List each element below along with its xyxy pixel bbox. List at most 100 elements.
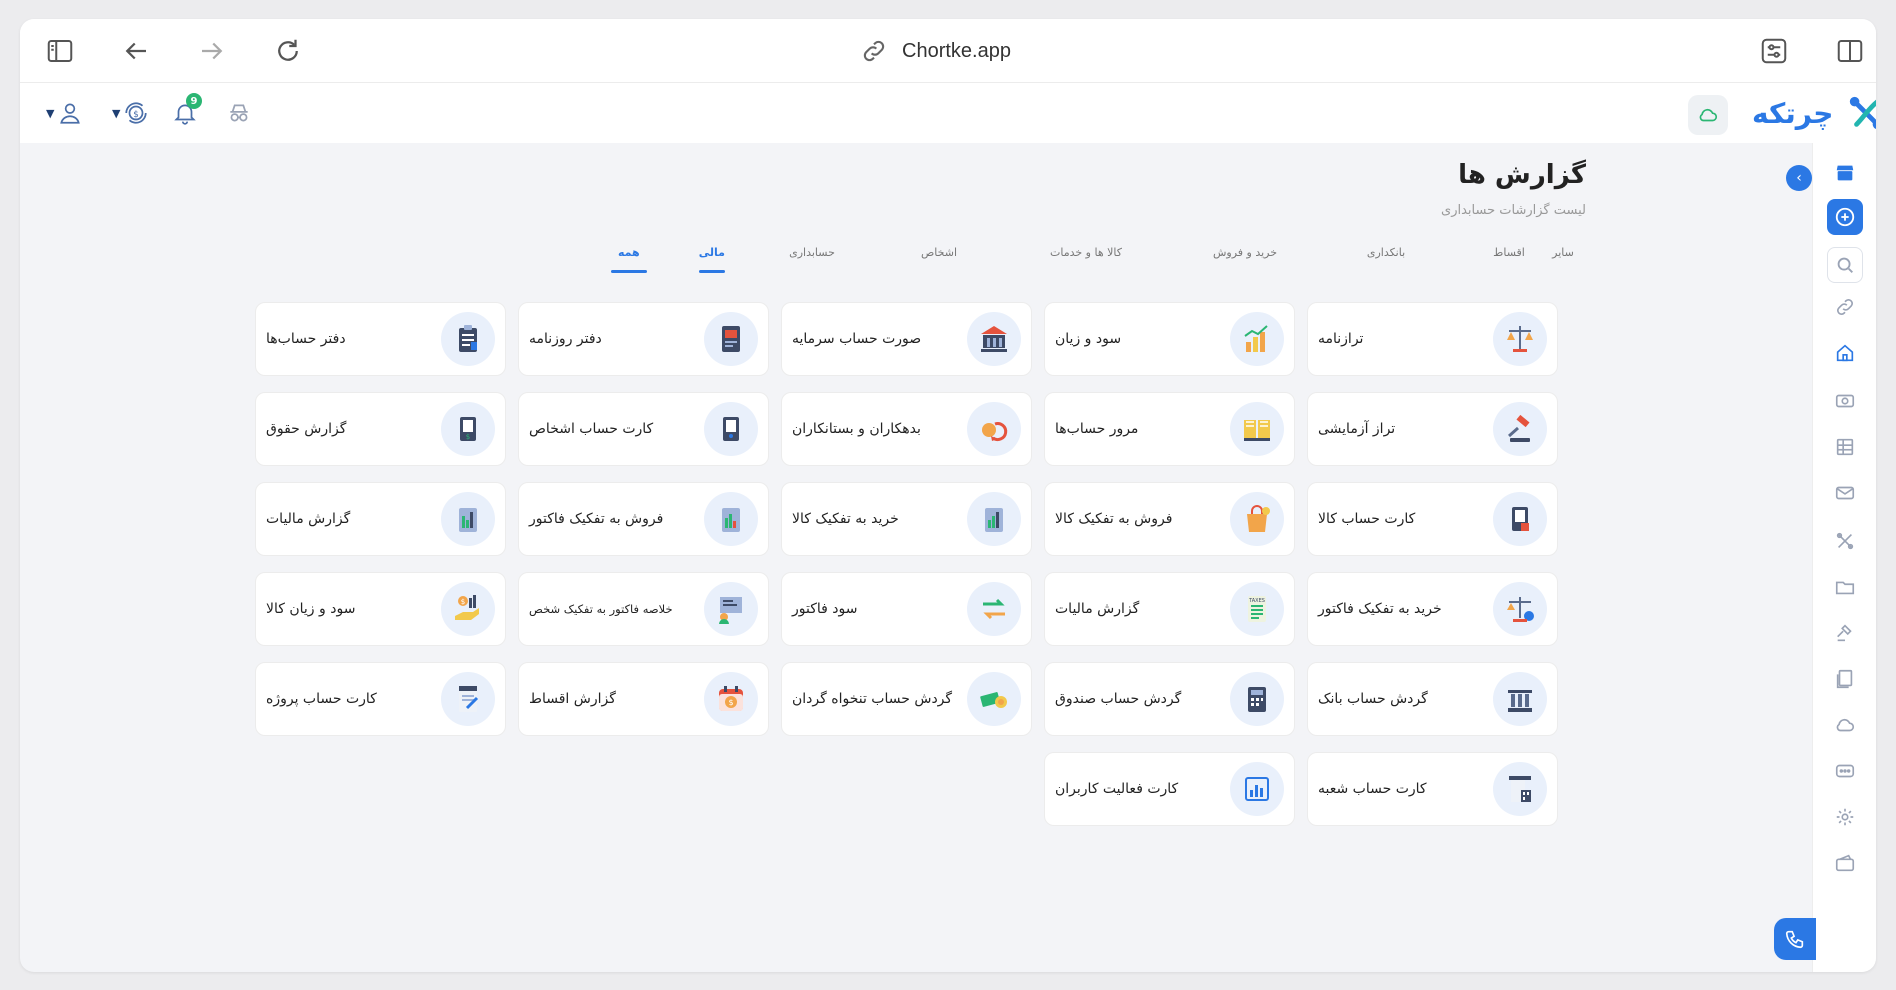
- tab-6[interactable]: بانکداری: [1351, 240, 1421, 273]
- forward-arrow-icon[interactable]: [194, 33, 230, 69]
- report-card[interactable]: کارت حساب پروژه: [255, 662, 506, 736]
- sidebar-item-home[interactable]: [1827, 335, 1863, 371]
- report-card[interactable]: بدهکاران و بستانکاران: [781, 392, 1032, 466]
- report-card[interactable]: فروش به تفکیک کالا: [1044, 482, 1295, 556]
- tab-8[interactable]: سایر: [1537, 240, 1589, 273]
- address-bar[interactable]: Chortke.app: [860, 35, 1011, 67]
- tab-1[interactable]: مالی: [698, 240, 726, 273]
- project-card-icon: [441, 672, 495, 726]
- tab-3[interactable]: اشخاص: [903, 240, 975, 273]
- sidebar-search-button[interactable]: [1827, 247, 1863, 283]
- cloud-sync-button[interactable]: [1688, 95, 1728, 135]
- tab-0[interactable]: همه: [610, 240, 647, 273]
- report-card-label: فروش به تفکیک فاکتور: [529, 511, 664, 527]
- report-card[interactable]: سود فاکتور: [781, 572, 1032, 646]
- table-icon: [1836, 438, 1854, 456]
- report-card-label: سود فاکتور: [792, 601, 858, 617]
- gavel-icon: [1493, 402, 1547, 456]
- sales-invoice-icon: [704, 492, 758, 546]
- sidebar-item-tools[interactable]: [1827, 523, 1863, 559]
- phone-icon: [1785, 930, 1804, 949]
- report-card[interactable]: خرید به تفکیک کالا: [781, 482, 1032, 556]
- report-card[interactable]: تراز آزمایشی: [1307, 392, 1558, 466]
- sidebar-item-store[interactable]: [1827, 155, 1863, 191]
- report-card-label: بدهکاران و بستانکاران: [792, 421, 921, 437]
- report-card[interactable]: گردش حساب بانک: [1307, 662, 1558, 736]
- report-card-label: مرور حساب‌ها: [1055, 421, 1139, 437]
- sidebar-item-documents[interactable]: [1827, 661, 1863, 697]
- branch-building-icon: [1493, 762, 1547, 816]
- report-card-label: گردش حساب صندوق: [1055, 691, 1182, 707]
- settings-sliders-icon[interactable]: [1756, 33, 1792, 69]
- purchase-chart-icon: [967, 492, 1021, 546]
- sidebar-item-hammer[interactable]: [1827, 615, 1863, 651]
- incognito-icon: [230, 104, 248, 122]
- sidebar-item-more[interactable]: [1827, 753, 1863, 789]
- report-card[interactable]: دفتر روزنامه: [518, 302, 769, 376]
- reload-icon[interactable]: [270, 33, 306, 69]
- report-card[interactable]: خرید به تفکیک فاکتور: [1307, 572, 1558, 646]
- sidebar-item-mail[interactable]: [1827, 475, 1863, 511]
- report-card-label: تراز آزمایشی: [1318, 421, 1396, 437]
- tab-4[interactable]: کالا ها و خدمات: [1035, 240, 1137, 273]
- cash-icon: [1835, 394, 1855, 408]
- report-card[interactable]: کارت حساب شعبه: [1307, 752, 1558, 826]
- report-card[interactable]: گردش حساب تنخواه گردان: [781, 662, 1032, 736]
- report-card[interactable]: $ گزارش حقوق: [255, 392, 506, 466]
- logo-icon: [1850, 96, 1876, 129]
- money-exchange-icon: $: [125, 102, 148, 124]
- bank-building-icon: [967, 312, 1021, 366]
- sidebar-item-wallet[interactable]: [1827, 845, 1863, 881]
- report-card[interactable]: $ سود و زیان کالا: [255, 572, 506, 646]
- tab-2[interactable]: حسابداری: [775, 240, 849, 273]
- tab-5[interactable]: خرید و فروش: [1197, 240, 1293, 273]
- plus-circle-icon: [1835, 207, 1855, 227]
- report-card[interactable]: $ گزارش اقساط: [518, 662, 769, 736]
- sidebar-add-button[interactable]: [1827, 199, 1863, 235]
- sidebar-item-folder[interactable]: [1827, 569, 1863, 605]
- currency-menu[interactable]: ▼ $: [112, 97, 149, 129]
- report-card[interactable]: ترازنامه: [1307, 302, 1558, 376]
- notifications-button[interactable]: 9: [172, 93, 202, 129]
- sidebar-toggle-icon[interactable]: [42, 33, 78, 69]
- notification-badge: 9: [186, 93, 202, 109]
- app-header: ▼ ▼ $ 9 چرتکه: [20, 83, 1876, 143]
- sidebar-item-settings[interactable]: [1827, 799, 1863, 835]
- report-card[interactable]: دفتر حساب‌ها: [255, 302, 506, 376]
- tab-7[interactable]: اقساط: [1481, 240, 1537, 273]
- link-icon: [863, 40, 885, 62]
- report-card-label: ترازنامه: [1318, 331, 1364, 347]
- report-card[interactable]: سود و زیان: [1044, 302, 1295, 376]
- report-card-label: صورت حساب سرمایه: [792, 331, 922, 347]
- report-card[interactable]: فروش به تفکیک فاکتور: [518, 482, 769, 556]
- report-card-label: دفتر حساب‌ها: [266, 331, 346, 347]
- collapse-sidebar-button[interactable]: ‹: [1786, 165, 1812, 191]
- invoice-profit-icon: [967, 582, 1021, 636]
- report-card[interactable]: کارت حساب کالا: [1307, 482, 1558, 556]
- support-call-button[interactable]: [1774, 918, 1816, 960]
- sidebar-item-table[interactable]: [1827, 429, 1863, 465]
- report-card[interactable]: کارت فعالیت کاربران: [1044, 752, 1295, 826]
- sidebar-item-links[interactable]: [1827, 289, 1863, 325]
- report-card[interactable]: TAXES گزارش مالیات: [1044, 572, 1295, 646]
- tools-icon: [1836, 532, 1854, 550]
- report-card[interactable]: کارت حساب اشخاص: [518, 392, 769, 466]
- split-view-icon[interactable]: [1832, 33, 1868, 69]
- back-arrow-icon[interactable]: [118, 33, 154, 69]
- cloud-icon: [1699, 108, 1718, 122]
- sidebar-item-cloud[interactable]: [1827, 707, 1863, 743]
- report-card[interactable]: گردش حساب صندوق: [1044, 662, 1295, 736]
- svg-text:$: $: [461, 598, 465, 606]
- report-card[interactable]: صورت حساب سرمایه: [781, 302, 1032, 376]
- store-icon: [1836, 165, 1854, 181]
- salary-report-icon: $: [441, 402, 495, 456]
- page-title: گزارش ها: [1458, 160, 1586, 190]
- documents-icon: [1836, 669, 1853, 689]
- report-card[interactable]: گزارش مالیات: [255, 482, 506, 556]
- report-card[interactable]: مرور حساب‌ها: [1044, 392, 1295, 466]
- sidebar-item-cash[interactable]: [1827, 383, 1863, 419]
- brand-logo[interactable]: چرتکه: [1752, 93, 1876, 133]
- incognito-button[interactable]: [226, 97, 252, 129]
- report-card[interactable]: خلاصه فاکتور به تفکیک شخص: [518, 572, 769, 646]
- user-menu[interactable]: ▼: [46, 97, 83, 129]
